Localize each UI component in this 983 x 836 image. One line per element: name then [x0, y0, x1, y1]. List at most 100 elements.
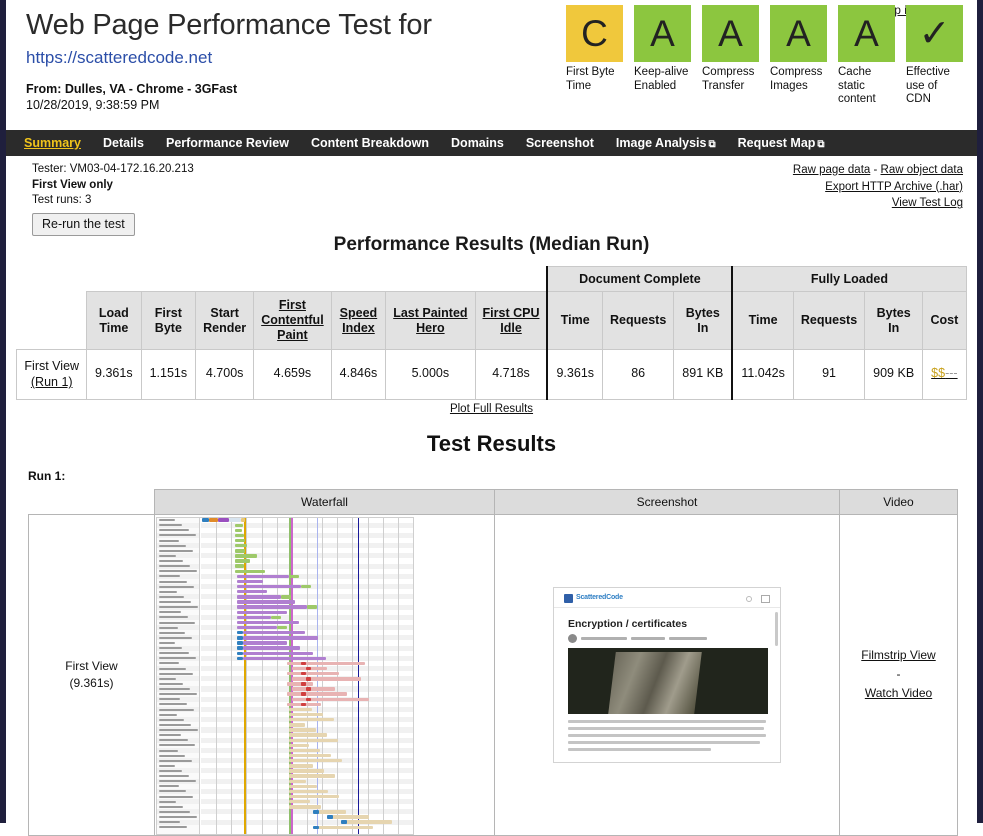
- waterfall-request-bar[interactable]: [289, 708, 312, 711]
- waterfall-request-bar[interactable]: [301, 682, 306, 685]
- waterfall-request-bar[interactable]: [235, 524, 243, 527]
- col-first-contentful-paint[interactable]: FirstContentfulPaint: [254, 292, 331, 350]
- waterfall-request-bar[interactable]: [331, 815, 369, 818]
- waterfall-request-bar[interactable]: [289, 785, 317, 788]
- waterfall-request-bar[interactable]: [289, 713, 323, 716]
- grade-item-first-byte-time[interactable]: C First Byte Time: [566, 5, 623, 107]
- waterfall-request-bar[interactable]: [235, 564, 244, 567]
- waterfall-request-bar[interactable]: [306, 677, 311, 680]
- export-har-link[interactable]: Export HTTP Archive (.har): [825, 181, 963, 193]
- waterfall-request-bar[interactable]: [287, 692, 347, 695]
- waterfall-request-bar[interactable]: [289, 744, 309, 747]
- waterfall-request-bar[interactable]: [237, 611, 287, 614]
- waterfall-request-bar[interactable]: [292, 677, 361, 680]
- waterfall-request-bar[interactable]: [289, 754, 331, 757]
- waterfall-request-bar[interactable]: [292, 687, 335, 690]
- waterfall-request-bar[interactable]: [313, 810, 319, 813]
- waterfall-request-bar[interactable]: [289, 790, 328, 793]
- waterfall-request-bar[interactable]: [287, 672, 339, 675]
- waterfall-request-bar[interactable]: [202, 518, 209, 521]
- waterfall-request-bar[interactable]: [301, 692, 306, 695]
- raw-page-data-link[interactable]: Raw page data: [793, 164, 870, 176]
- waterfall-request-bar[interactable]: [307, 605, 317, 608]
- waterfall-request-bar[interactable]: [235, 570, 265, 573]
- filmstrip-view-link[interactable]: Filmstrip View: [861, 648, 935, 662]
- waterfall-request-bar[interactable]: [235, 549, 245, 552]
- waterfall-request-bar[interactable]: [235, 529, 242, 532]
- waterfall-request-bar[interactable]: [281, 595, 291, 598]
- row-label-first-view[interactable]: First View (Run 1): [17, 350, 87, 400]
- waterfall-cell[interactable]: [155, 514, 495, 835]
- waterfall-request-bar[interactable]: [306, 667, 311, 670]
- waterfall-request-bar[interactable]: [289, 718, 334, 721]
- waterfall-request-bar[interactable]: [289, 739, 338, 742]
- waterfall-request-bar[interactable]: [306, 687, 311, 690]
- grade-item-compress-transfer[interactable]: A Compress Transfer: [702, 5, 759, 107]
- nav-item-summary[interactable]: Summary: [24, 136, 81, 150]
- waterfall-request-bar[interactable]: [243, 652, 313, 655]
- waterfall-request-bar[interactable]: [237, 626, 277, 629]
- waterfall-request-bar[interactable]: [237, 600, 295, 603]
- waterfall-request-bar[interactable]: [237, 616, 271, 619]
- waterfall-request-bar[interactable]: [271, 616, 281, 619]
- waterfall-request-bar[interactable]: [289, 800, 310, 803]
- waterfall-request-bar[interactable]: [289, 795, 339, 798]
- nav-item-performance-review[interactable]: Performance Review: [166, 136, 289, 150]
- waterfall-request-bar[interactable]: [289, 769, 324, 772]
- waterfall-request-bar[interactable]: [301, 672, 306, 675]
- waterfall-request-bar[interactable]: [317, 810, 346, 813]
- waterfall-request-bar[interactable]: [317, 826, 373, 829]
- waterfall-request-bar[interactable]: [241, 518, 245, 521]
- raw-object-data-link[interactable]: Raw object data: [881, 164, 963, 176]
- waterfall-request-bar[interactable]: [289, 749, 320, 752]
- nav-item-request-map[interactable]: Request Map⧉: [738, 136, 825, 150]
- waterfall-request-bar[interactable]: [287, 662, 365, 665]
- waterfall-request-bar[interactable]: [289, 728, 316, 731]
- grade-item-compress-images[interactable]: A Compress Images: [770, 5, 827, 107]
- waterfall-request-bar[interactable]: [292, 698, 369, 701]
- waterfall-request-bar[interactable]: [277, 626, 287, 629]
- waterfall-request-bar[interactable]: [235, 559, 250, 562]
- nav-item-screenshot[interactable]: Screenshot: [526, 136, 594, 150]
- waterfall-request-bar[interactable]: [289, 759, 342, 762]
- nav-item-content-breakdown[interactable]: Content Breakdown: [311, 136, 429, 150]
- waterfall-request-bar[interactable]: [341, 820, 347, 823]
- waterfall-request-bar[interactable]: [235, 544, 247, 547]
- waterfall-request-bar[interactable]: [237, 621, 299, 624]
- rerun-test-button[interactable]: Re-run the test: [32, 213, 135, 236]
- waterfall-request-bar[interactable]: [243, 657, 326, 660]
- waterfall-request-bar[interactable]: [235, 554, 257, 557]
- waterfall-request-bar[interactable]: [235, 534, 244, 537]
- nav-item-domains[interactable]: Domains: [451, 136, 504, 150]
- waterfall-request-bar[interactable]: [301, 662, 306, 665]
- waterfall-request-bar[interactable]: [237, 575, 289, 578]
- waterfall-request-bar[interactable]: [237, 590, 267, 593]
- waterfall-request-bar[interactable]: [289, 575, 299, 578]
- waterfall-request-bar[interactable]: [237, 595, 281, 598]
- grade-item-keep-alive-enabled[interactable]: A Keep-alive Enabled: [634, 5, 691, 107]
- waterfall-request-bar[interactable]: [301, 585, 311, 588]
- waterfall-request-bar[interactable]: [243, 646, 300, 649]
- waterfall-request-bar[interactable]: [289, 764, 313, 767]
- waterfall-request-bar[interactable]: [209, 518, 218, 521]
- row-label-line2[interactable]: (Run 1): [31, 375, 73, 389]
- waterfall-request-bar[interactable]: [301, 703, 306, 706]
- waterfall-request-bar[interactable]: [289, 733, 327, 736]
- scrollbar[interactable]: [775, 612, 778, 646]
- col-first-cpu-idle[interactable]: First CPUIdle: [475, 292, 547, 350]
- col-last-painted-hero[interactable]: Last PaintedHero: [386, 292, 475, 350]
- waterfall-request-bar[interactable]: [229, 518, 241, 521]
- plot-full-results-link[interactable]: Plot Full Results: [450, 403, 533, 415]
- waterfall-request-bar[interactable]: [289, 805, 321, 808]
- tested-url-link[interactable]: https://scatteredcode.net: [26, 48, 212, 67]
- view-test-log-link[interactable]: View Test Log: [892, 197, 963, 209]
- screenshot-cell[interactable]: ScatteredCode Encryption / certificates: [495, 514, 840, 835]
- watch-video-link[interactable]: Watch Video: [865, 686, 932, 700]
- grade-item-cache-static-content[interactable]: A Cache static content: [838, 5, 895, 107]
- waterfall-request-bar[interactable]: [289, 723, 305, 726]
- waterfall-request-bar[interactable]: [313, 826, 319, 829]
- page-screenshot-thumbnail[interactable]: ScatteredCode Encryption / certificates: [553, 587, 781, 763]
- waterfall-request-bar[interactable]: [243, 641, 287, 644]
- cell-cost[interactable]: $$---: [923, 350, 966, 400]
- waterfall-chart[interactable]: [156, 517, 414, 835]
